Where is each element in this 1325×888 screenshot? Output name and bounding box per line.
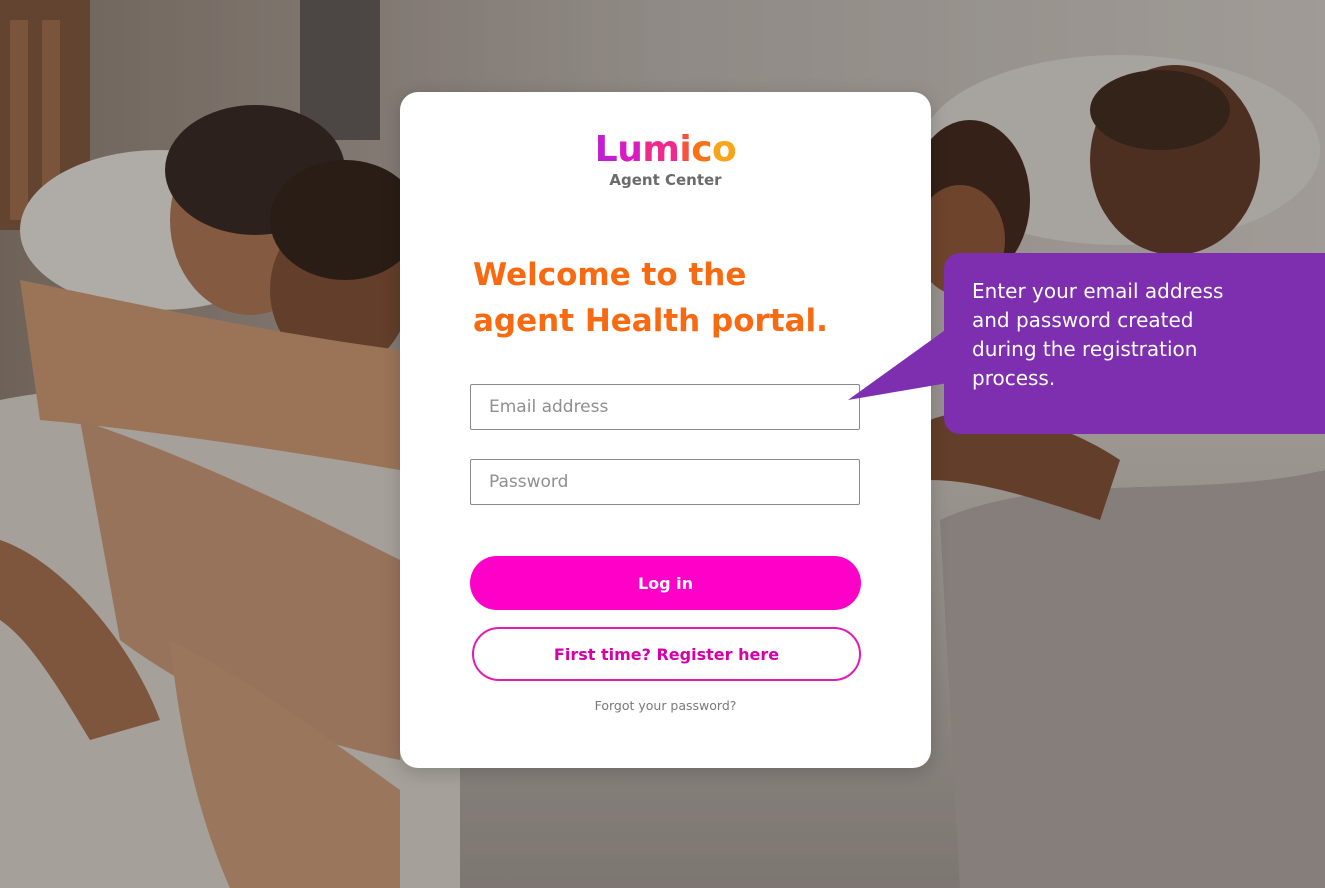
forgot-password-link[interactable]: Forgot your password? (400, 698, 931, 713)
login-button[interactable]: Log in (470, 556, 861, 610)
logo-letter: c (691, 129, 713, 170)
callout-pointer (848, 330, 948, 400)
callout-text: Enter your email address and password cr… (972, 277, 1305, 393)
logo-letter: i (679, 129, 692, 170)
welcome-line-2: agent Health portal. (473, 303, 828, 339)
welcome-heading: Welcome to the agent Health portal. (473, 252, 913, 344)
lumico-logo: Lumico Agent Center (400, 130, 931, 190)
callout-line: process. (972, 366, 1056, 390)
logo-letter: o (712, 129, 737, 170)
password-field[interactable] (470, 459, 860, 505)
logo-subtitle: Agent Center (609, 171, 722, 189)
welcome-line-1: Welcome to the (473, 257, 747, 293)
logo-wordmark: Lumico (595, 130, 737, 170)
logo-letter: m (642, 129, 680, 170)
login-card: Lumico Agent Center Welcome to the agent… (400, 92, 931, 768)
register-button[interactable]: First time? Register here (472, 627, 861, 681)
login-screen: Lumico Agent Center Welcome to the agent… (0, 0, 1325, 888)
callout-line: during the registration (972, 337, 1198, 361)
callout-line: Enter your email address (972, 279, 1224, 303)
logo-letter: L (594, 129, 618, 170)
email-field[interactable] (470, 384, 860, 430)
instruction-callout: Enter your email address and password cr… (944, 253, 1325, 434)
logo-letter: u (617, 129, 643, 170)
callout-line: and password created (972, 308, 1194, 332)
